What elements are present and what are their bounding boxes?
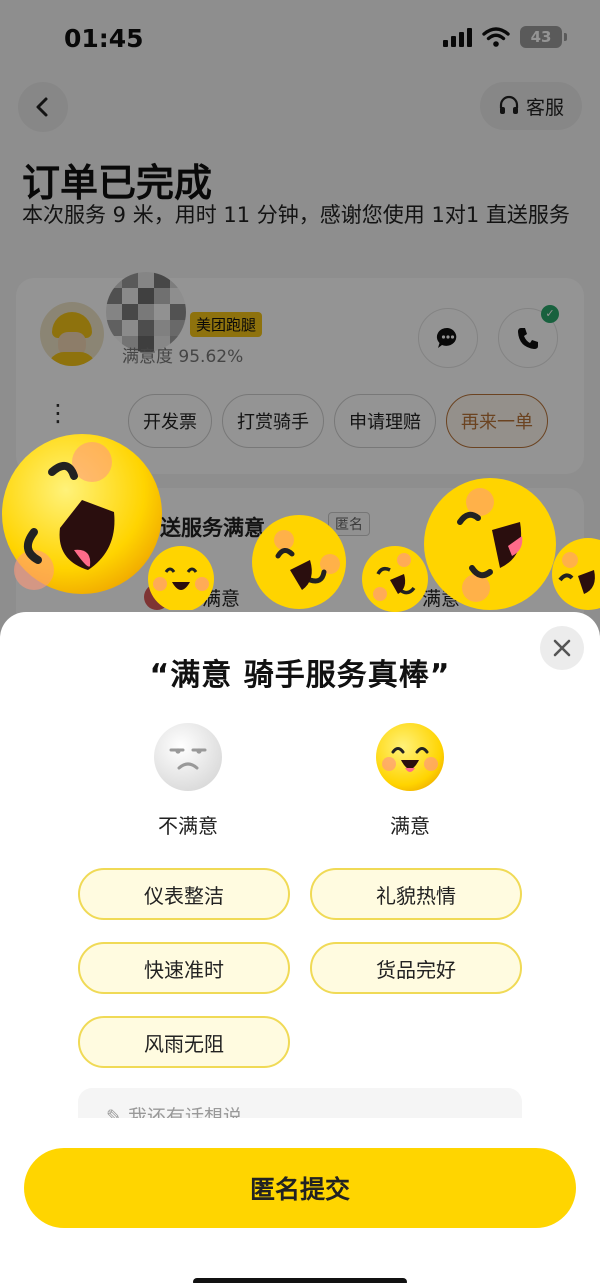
tag-on-time[interactable]: 快速准时 bbox=[78, 942, 290, 994]
home-indicator bbox=[193, 1278, 407, 1283]
comment-placeholder: ✎ 我还有话想说 bbox=[106, 1106, 242, 1118]
tag-goods-intact[interactable]: 货品完好 bbox=[310, 942, 522, 994]
choice-label: 满意 bbox=[390, 814, 430, 838]
tag-polite[interactable]: 礼貌热情 bbox=[310, 868, 522, 920]
celebration-emoji-icon bbox=[2, 434, 162, 594]
tag-all-weather[interactable]: 风雨无阻 bbox=[78, 1016, 290, 1068]
choice-satisfied[interactable]: 满意 bbox=[350, 722, 470, 839]
anonymous-submit-button[interactable]: 匿名提交 bbox=[24, 1148, 576, 1228]
choice-label: 不满意 bbox=[158, 814, 218, 838]
celebration-emoji-icon bbox=[552, 538, 600, 610]
celebration-emoji-icon bbox=[424, 478, 556, 610]
choice-dissatisfied[interactable]: 不满意 bbox=[128, 722, 248, 839]
celebration-emoji-icon bbox=[148, 546, 214, 610]
happy-face-icon bbox=[376, 723, 444, 791]
tag-neat-appearance[interactable]: 仪表整洁 bbox=[78, 868, 290, 920]
celebration-emoji-icon bbox=[252, 515, 346, 609]
rating-bottom-sheet: “满意 骑手服务真棒” 不满意 满意 仪表整洁 礼貌热情 快速准时 货品完好 风… bbox=[0, 612, 600, 1283]
comment-input[interactable]: ✎ 我还有话想说 bbox=[78, 1088, 522, 1118]
sad-face-icon bbox=[154, 723, 222, 791]
sheet-title: “满意 骑手服务真棒” bbox=[149, 658, 451, 693]
